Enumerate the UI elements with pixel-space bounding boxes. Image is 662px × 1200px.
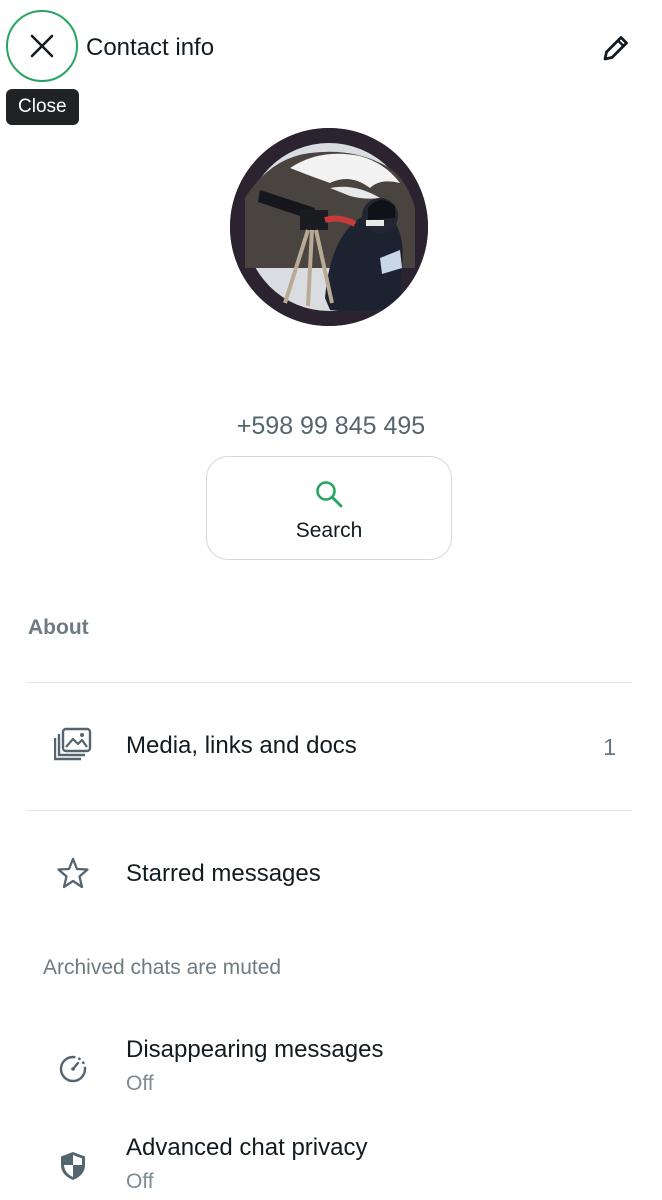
- disappearing-messages-value: Off: [126, 1072, 154, 1095]
- shield-icon: [61, 1152, 85, 1180]
- search-button[interactable]: Search: [206, 456, 452, 560]
- advanced-chat-privacy-row[interactable]: Advanced chat privacy Off: [26, 1120, 632, 1200]
- page-title: Contact info: [86, 34, 215, 61]
- star-icon: [57, 857, 89, 889]
- close-button[interactable]: [6, 10, 78, 82]
- media-gallery-icon: [54, 727, 92, 761]
- media-links-docs-row[interactable]: Media, links and docs 1: [26, 684, 632, 808]
- divider: [26, 682, 632, 683]
- advanced-chat-privacy-value: Off: [126, 1170, 154, 1193]
- media-links-docs-label: Media, links and docs: [126, 732, 357, 759]
- close-tooltip: Close: [6, 89, 79, 125]
- avatar-photo: [230, 128, 428, 326]
- starred-messages-row[interactable]: Starred messages: [26, 812, 632, 936]
- archived-chats-note: Archived chats are muted: [43, 956, 282, 979]
- media-count: 1: [603, 734, 616, 760]
- contact-phone-number: +598 99 845 495: [236, 412, 426, 440]
- about-label: About: [28, 616, 89, 639]
- pencil-icon: [603, 36, 628, 61]
- disappearing-messages-row[interactable]: Disappearing messages Off: [26, 1020, 632, 1110]
- timer-icon: [59, 1055, 87, 1083]
- search-button-label: Search: [295, 519, 363, 542]
- search-icon: [316, 481, 343, 508]
- divider: [26, 810, 632, 811]
- close-icon: [30, 34, 54, 58]
- disappearing-messages-label: Disappearing messages: [126, 1036, 384, 1063]
- edit-button[interactable]: [594, 26, 638, 70]
- starred-messages-label: Starred messages: [126, 860, 321, 887]
- contact-avatar[interactable]: [230, 128, 428, 326]
- advanced-chat-privacy-label: Advanced chat privacy: [126, 1134, 368, 1161]
